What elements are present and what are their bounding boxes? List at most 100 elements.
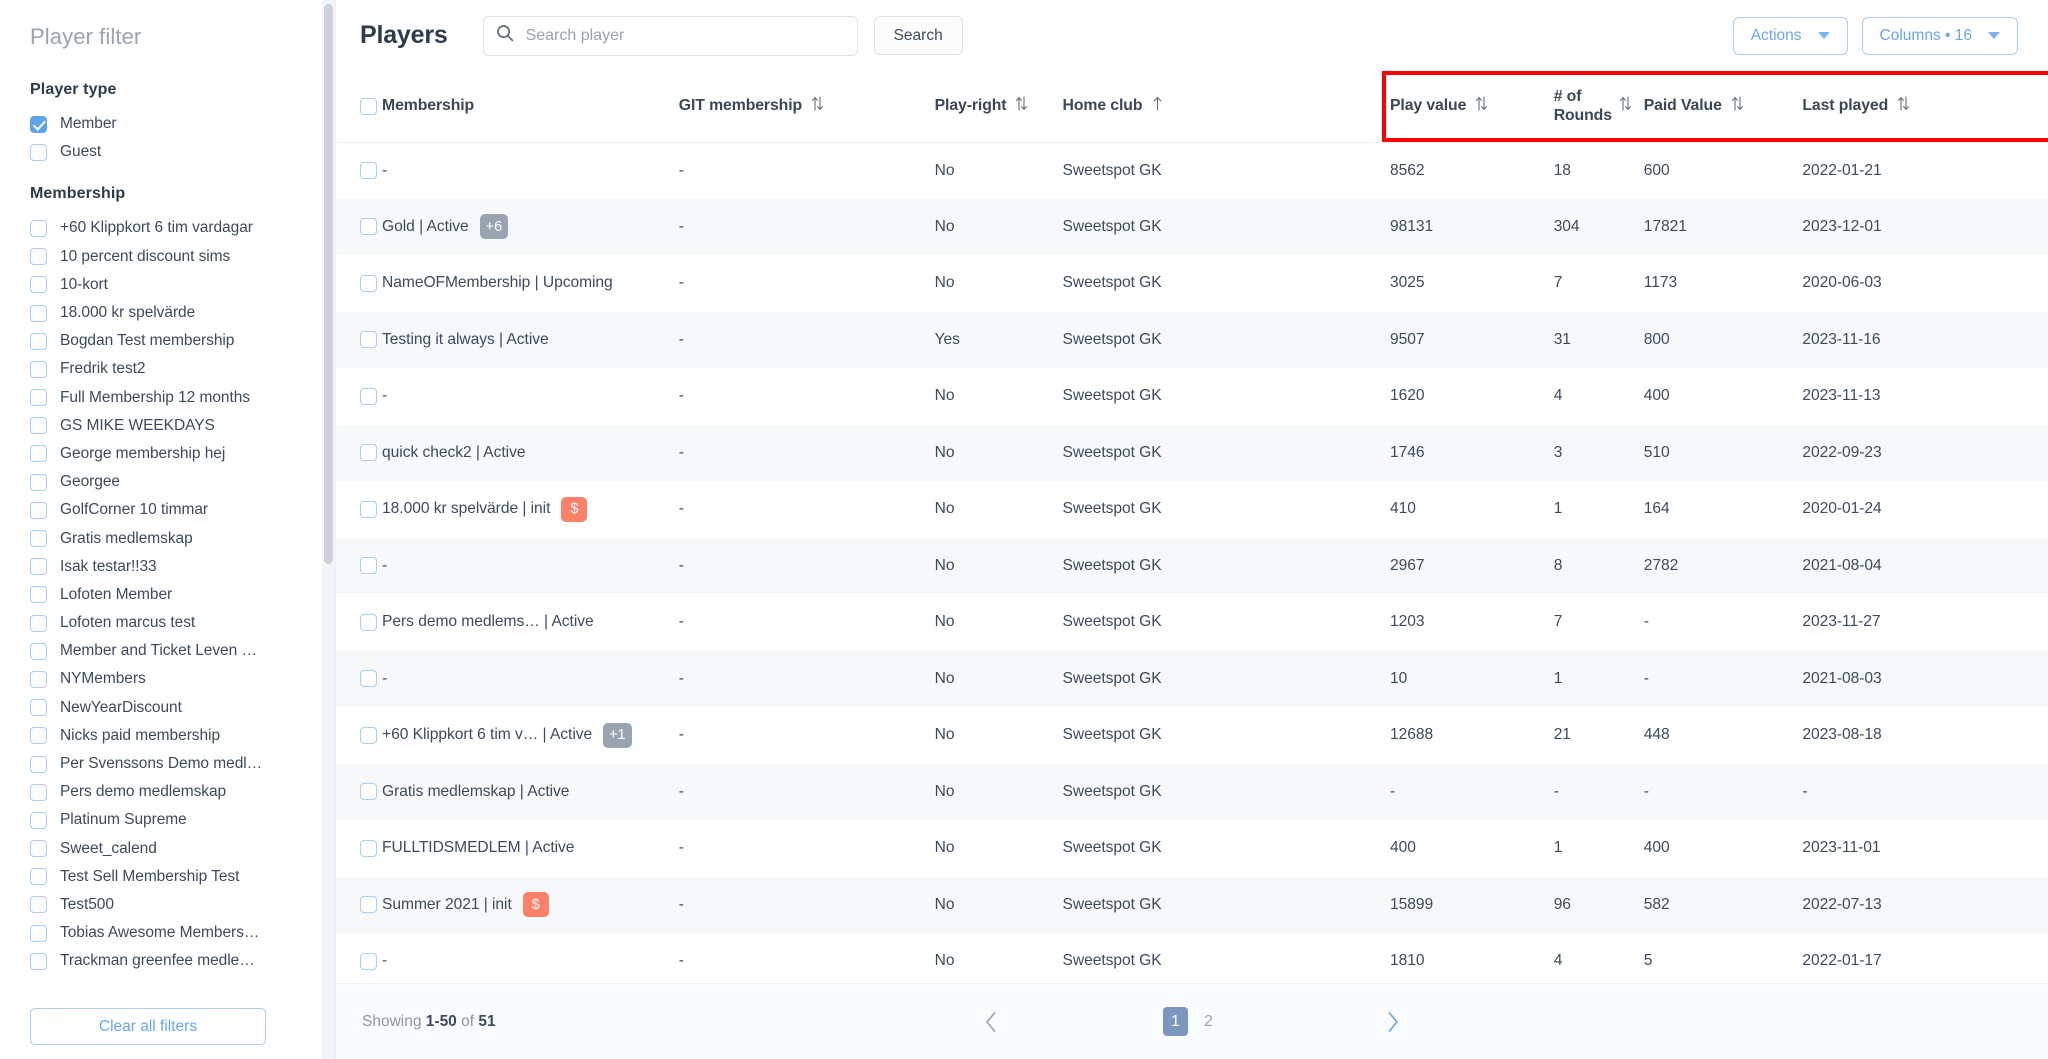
filter-option-row[interactable]: Lofoten marcus test	[30, 609, 335, 637]
filter-checkbox[interactable]	[30, 115, 47, 133]
column-header-play-right[interactable]: Play-right	[934, 71, 1063, 143]
row-checkbox[interactable]	[360, 670, 377, 688]
search-button[interactable]: Search	[873, 16, 963, 55]
row-select-cell[interactable]	[336, 424, 383, 481]
row-select-cell[interactable]	[336, 368, 382, 425]
table-row[interactable]: - - No Sweetspot GK 1810 4 5 2022-01-17	[336, 933, 2048, 983]
column-header-git-membership[interactable]: GIT membership	[678, 71, 935, 143]
table-row[interactable]: - - No Sweetspot GK 2967 8 2782 2021-08-04	[336, 537, 2048, 594]
filter-option-row[interactable]: Sweet_calend	[30, 835, 335, 863]
row-checkbox[interactable]	[360, 557, 377, 575]
filter-checkbox[interactable]	[30, 530, 47, 548]
page-number-2[interactable]: 2	[1196, 1007, 1221, 1036]
row-select-cell[interactable]	[336, 255, 382, 312]
filter-checkbox[interactable]	[30, 670, 47, 688]
filter-option-row[interactable]: 18.000 kr spelvärde	[30, 299, 335, 327]
sort-icon[interactable]	[1476, 96, 1488, 116]
table-row[interactable]: 18.000 kr spelvärde | init $ - No Sweetspot …	[336, 481, 2048, 538]
table-row[interactable]: +60 Klippkort 6 tim v… | Active +1 - No Swee…	[336, 707, 2048, 764]
filter-option-row[interactable]: Platinum Supreme	[30, 806, 335, 834]
row-select-cell[interactable]	[336, 876, 383, 933]
row-checkbox[interactable]	[360, 274, 377, 292]
table-row[interactable]: Gold | Active +6 - No Sweetspot GK 98131 304 17…	[336, 198, 2048, 255]
filter-option-row[interactable]: Guest	[30, 138, 335, 166]
sort-icon[interactable]	[812, 96, 823, 116]
filter-option-row[interactable]: George membership hej	[30, 440, 335, 468]
payment-badge[interactable]: $	[522, 892, 549, 918]
filter-checkbox[interactable]	[30, 332, 47, 350]
filter-checkbox[interactable]	[30, 501, 47, 519]
filter-option-row[interactable]: Tobias Awesome Members…	[30, 919, 335, 947]
row-checkbox[interactable]	[360, 613, 377, 631]
row-select-cell[interactable]	[336, 707, 382, 764]
filter-checkbox[interactable]	[30, 840, 47, 858]
filter-checkbox[interactable]	[30, 952, 47, 970]
extra-count-badge[interactable]: +1	[603, 722, 632, 748]
filter-option-row[interactable]: Lofoten Member	[30, 581, 335, 609]
filter-option-row[interactable]: 10-kort	[30, 271, 335, 299]
row-select-cell[interactable]	[336, 763, 383, 820]
row-checkbox[interactable]	[360, 783, 377, 801]
table-row[interactable]: - - No Sweetspot GK 10 1-2021-08-03	[336, 650, 2048, 707]
filter-checkbox[interactable]	[30, 642, 47, 660]
filter-checkbox[interactable]	[30, 868, 47, 886]
filter-checkbox[interactable]	[30, 360, 47, 378]
filter-option-row[interactable]: Test500	[30, 891, 335, 919]
payment-badge[interactable]: $	[561, 496, 588, 522]
row-checkbox[interactable]	[360, 726, 377, 744]
row-checkbox[interactable]	[360, 839, 377, 857]
sort-icon[interactable]	[1016, 96, 1028, 116]
page-number-1[interactable]: 1	[1163, 1007, 1188, 1036]
row-checkbox[interactable]	[360, 218, 377, 236]
filter-checkbox[interactable]	[30, 924, 47, 942]
filter-checkbox[interactable]	[30, 417, 47, 435]
table-row[interactable]: NameOFMembership | Upcoming - No Sweetspot …	[336, 255, 2048, 312]
row-select-cell[interactable]	[336, 933, 382, 983]
filter-option-row[interactable]: Per Svenssons Demo medl…	[30, 750, 335, 778]
filter-option-row[interactable]: Fredrik test2	[30, 355, 335, 383]
row-select-cell[interactable]	[336, 311, 383, 368]
search-box[interactable]	[482, 15, 858, 56]
row-select-cell[interactable]	[336, 537, 383, 594]
row-select-cell[interactable]	[336, 650, 383, 707]
row-checkbox[interactable]	[360, 896, 377, 914]
filter-option-row[interactable]: Full Membership 12 months	[30, 384, 335, 412]
filter-option-row[interactable]: Member and Ticket Leven …	[30, 637, 335, 665]
filter-checkbox[interactable]	[30, 586, 47, 604]
filter-option-row[interactable]: NewYearDiscount	[30, 694, 335, 722]
filter-checkbox[interactable]	[30, 248, 47, 266]
filter-checkbox[interactable]	[30, 896, 47, 914]
sidebar-scrollbar-thumb[interactable]	[324, 4, 333, 564]
columns-button[interactable]: Columns • 16	[1861, 16, 2018, 55]
select-all-checkbox[interactable]	[360, 97, 377, 115]
table-row[interactable]: quick check2 | Active - No Sweetspot GK 1746…	[336, 424, 2048, 481]
filter-option-row[interactable]: 10 percent discount sims	[30, 243, 335, 271]
table-row[interactable]: FULLTIDSMEDLEM | Active - No Sweetspot GK 40…	[336, 820, 2048, 877]
row-checkbox[interactable]	[360, 444, 377, 462]
filter-option-row[interactable]: GS MIKE WEEKDAYS	[30, 412, 335, 440]
filter-checkbox[interactable]	[30, 558, 47, 576]
sidebar-scrollbar[interactable]	[322, 0, 335, 1059]
column-header-paid-value[interactable]: Paid Value	[1643, 71, 1803, 143]
sort-icon[interactable]	[1619, 96, 1631, 116]
row-checkbox[interactable]	[360, 387, 377, 405]
row-checkbox[interactable]	[360, 331, 377, 349]
filter-checkbox[interactable]	[30, 219, 47, 237]
filter-checkbox[interactable]	[30, 783, 47, 801]
table-row[interactable]: Pers demo medlems… | Active - No Sweetspot …	[336, 594, 2048, 651]
filter-checkbox[interactable]	[30, 614, 47, 632]
row-select-cell[interactable]	[336, 594, 382, 651]
filter-option-row[interactable]: NYMembers	[30, 665, 335, 693]
clear-all-filters-button[interactable]: Clear all filters	[30, 1008, 266, 1045]
filter-checkbox[interactable]	[30, 445, 47, 463]
column-header-last-played[interactable]: Last played	[1802, 71, 2048, 143]
row-checkbox[interactable]	[360, 162, 377, 179]
filter-checkbox[interactable]	[30, 143, 47, 161]
search-input[interactable]	[525, 26, 845, 45]
previous-page-button[interactable]	[969, 1002, 1013, 1042]
filter-option-row[interactable]: Isak testar!!33	[30, 553, 335, 581]
table-row[interactable]: Testing it always | Active - Yes Sweetspot …	[336, 311, 2048, 368]
table-row[interactable]: - - No Sweetspot GK 8562 18 600 2022-01-21	[336, 142, 2048, 199]
filter-option-row[interactable]: Nicks paid membership	[30, 722, 335, 750]
filter-checkbox[interactable]	[30, 699, 47, 717]
